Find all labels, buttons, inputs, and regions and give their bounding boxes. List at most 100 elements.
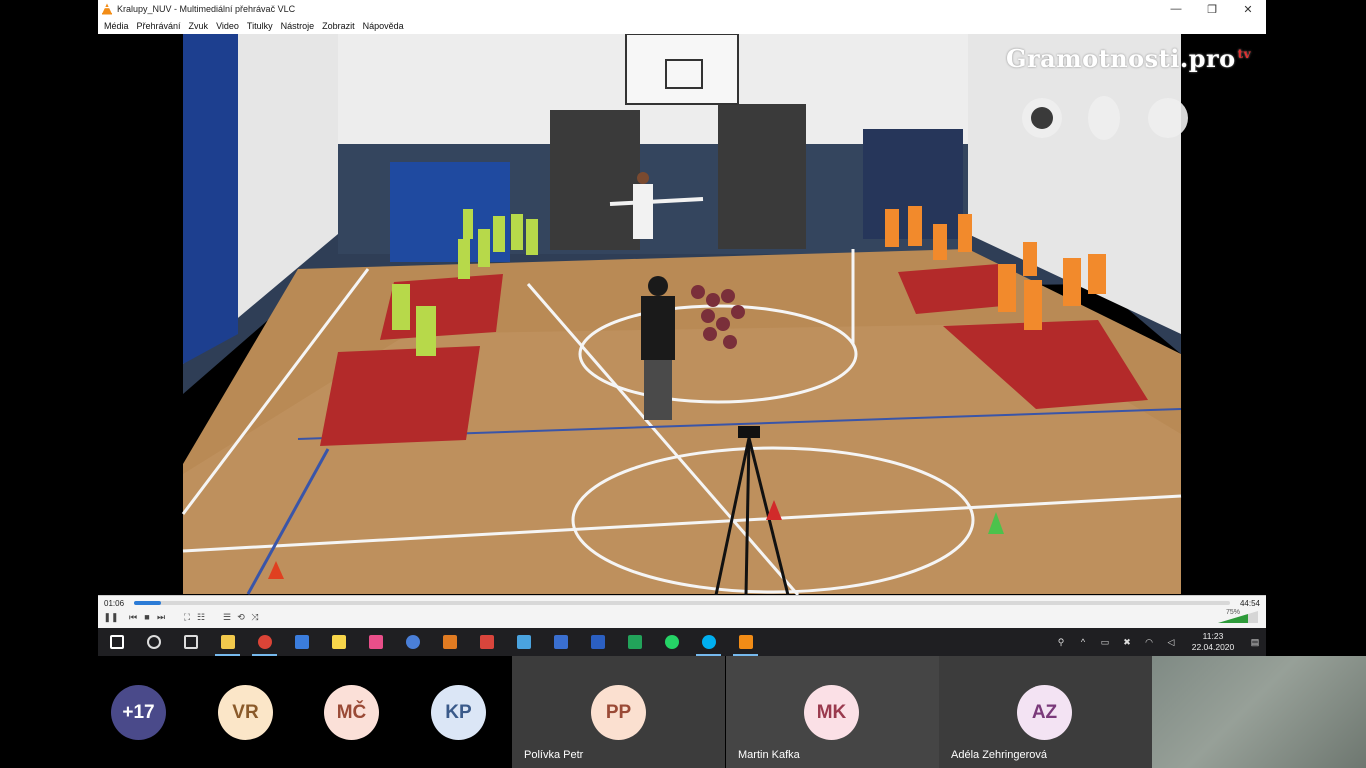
window-title: Kralupy_NUV - Multimediální přehrávač VL… [117, 4, 296, 14]
more-participants-button[interactable]: +17 [111, 685, 166, 740]
participant-avatar-mc[interactable]: MČ [324, 685, 379, 740]
menu-media[interactable]: Média [104, 21, 129, 31]
taskbar-button[interactable] [172, 628, 209, 656]
taskbar-button[interactable] [727, 628, 764, 656]
taskbar-button[interactable] [246, 628, 283, 656]
app-tray-icon[interactable]: ✖ [1116, 637, 1138, 648]
euro-app-icon [442, 635, 457, 649]
menu-video[interactable]: Video [216, 21, 239, 31]
document-app-icon [553, 635, 568, 649]
task-view-icon [183, 635, 198, 649]
taskbar-button[interactable] [616, 628, 653, 656]
taskbar-button[interactable] [357, 628, 394, 656]
menu-playback[interactable]: Přehrávání [137, 21, 181, 31]
total-time: 44:54 [1239, 599, 1260, 608]
taskbar-button[interactable] [579, 628, 616, 656]
menu-view[interactable]: Zobrazit [322, 21, 355, 31]
vlc-icon [738, 635, 753, 649]
notifications-icon[interactable]: ▤ [1244, 637, 1266, 648]
word-icon [590, 635, 605, 649]
taskbar-button[interactable] [394, 628, 431, 656]
taskbar-button[interactable] [468, 628, 505, 656]
avatar-initials: PP [605, 701, 632, 723]
menu-audio[interactable]: Zvuk [189, 21, 209, 31]
taskbar-button[interactable] [690, 628, 727, 656]
show-hidden-icons-icon[interactable]: ^ [1072, 637, 1094, 647]
sheets-icon [627, 635, 642, 649]
taskbar-button[interactable] [431, 628, 468, 656]
next-icon[interactable]: ⏭ [154, 610, 168, 624]
clock-date: 22.04.2020 [1191, 642, 1235, 652]
playlist-icon[interactable]: ☰ [220, 610, 234, 624]
calendar-icon [294, 635, 309, 649]
skype-icon [701, 635, 716, 649]
extended-settings-icon[interactable]: ☷ [194, 610, 208, 624]
shuffle-icon[interactable]: ⤨ [248, 610, 262, 624]
sticky-notes-icon [331, 635, 346, 649]
minimize-button[interactable]: — [1158, 3, 1194, 15]
taskbar-button[interactable] [320, 628, 357, 656]
taskbar-button[interactable] [98, 628, 135, 656]
vlc-cone-icon [102, 3, 112, 15]
taskbar-button[interactable] [283, 628, 320, 656]
battery-icon[interactable]: ▭ [1094, 637, 1116, 648]
pause-icon[interactable]: ❚❚ [103, 610, 118, 624]
start-icon [109, 635, 124, 649]
participant-name: Polívka Petr [524, 749, 584, 761]
wifi-icon[interactable]: ◠ [1138, 637, 1160, 648]
participant-tile-az[interactable]: AZ Adéla Zehringerová [939, 656, 1152, 768]
vlc-window: Kralupy_NUV - Multimediální přehrávač VL… [98, 0, 1266, 629]
menu-subtitles[interactable]: Titulky [247, 21, 273, 31]
speaker-icon[interactable]: ◁ [1160, 637, 1182, 648]
self-video-preview[interactable] [1152, 656, 1366, 768]
video-area[interactable]: Gramotnosti.pro tv [98, 34, 1266, 595]
seek-progress [134, 601, 162, 605]
elapsed-time: 01:06 [104, 599, 125, 608]
seek-bar[interactable] [134, 601, 1230, 605]
menu-bar: Média Přehrávání Zvuk Video Titulky Nást… [98, 18, 1266, 34]
participant-avatar-kp[interactable]: KP [431, 685, 486, 740]
mail-icon [479, 635, 494, 649]
restore-button[interactable]: ❐ [1194, 3, 1230, 16]
close-button[interactable]: ✕ [1230, 3, 1266, 16]
menu-tools[interactable]: Nástroje [281, 21, 315, 31]
taskbar-button[interactable] [653, 628, 690, 656]
menu-help[interactable]: Nápověda [363, 21, 404, 31]
taskbar-button[interactable] [135, 628, 172, 656]
logo-suffix: tv [1237, 47, 1252, 61]
player-controls: 01:06 44:54 ❚❚ ⏮ ■ ⏭ ⛶ ☷ ☰ ⟲ ⤨ 75% [98, 595, 1266, 629]
windows-taskbar: ⚲ ^ ▭ ✖ ◠ ◁ 11:23 22.04.2020 ▤ [98, 628, 1266, 656]
avatar-initials: KP [445, 701, 472, 723]
tile-avatar: PP [591, 685, 646, 740]
taskbar-button[interactable] [542, 628, 579, 656]
participant-name: Martin Kafka [738, 749, 800, 761]
whatsapp-icon [664, 635, 679, 649]
participant-tile-pp[interactable]: PP Polívka Petr [512, 656, 725, 768]
loop-icon[interactable]: ⟲ [234, 610, 248, 624]
title-bar[interactable]: Kralupy_NUV - Multimediální přehrávač VL… [98, 0, 1266, 18]
more-count: +17 [122, 701, 155, 723]
file-explorer-icon [220, 635, 235, 649]
participants-strip: +17 VR MČ KP PP Polívka Petr MK Martin K… [0, 656, 1366, 768]
avatar-initials: VR [232, 701, 259, 723]
participant-name: Adéla Zehringerová [951, 749, 1048, 761]
avatar-initials: AZ [1031, 701, 1058, 723]
people-icon[interactable]: ⚲ [1050, 637, 1072, 648]
chrome-icon [257, 635, 272, 649]
participant-tile-mk[interactable]: MK Martin Kafka [726, 656, 939, 768]
contacts-icon [405, 635, 420, 649]
system-tray: ⚲ ^ ▭ ✖ ◠ ◁ 11:23 22.04.2020 ▤ [1050, 628, 1266, 656]
logo-text: Gramotnosti.pro [1006, 44, 1236, 73]
clock-time: 11:23 [1202, 631, 1224, 641]
stop-icon[interactable]: ■ [140, 610, 154, 624]
camera-app-icon [516, 635, 531, 649]
participant-avatar-vr[interactable]: VR [218, 685, 273, 740]
search-icon [146, 635, 161, 649]
clock[interactable]: 11:23 22.04.2020 [1182, 631, 1244, 653]
avatar-initials: MK [816, 701, 847, 723]
taskbar-button[interactable] [209, 628, 246, 656]
volume-slider[interactable] [1218, 610, 1258, 624]
previous-icon[interactable]: ⏮ [126, 610, 140, 624]
fullscreen-icon[interactable]: ⛶ [180, 610, 194, 624]
taskbar-button[interactable] [505, 628, 542, 656]
